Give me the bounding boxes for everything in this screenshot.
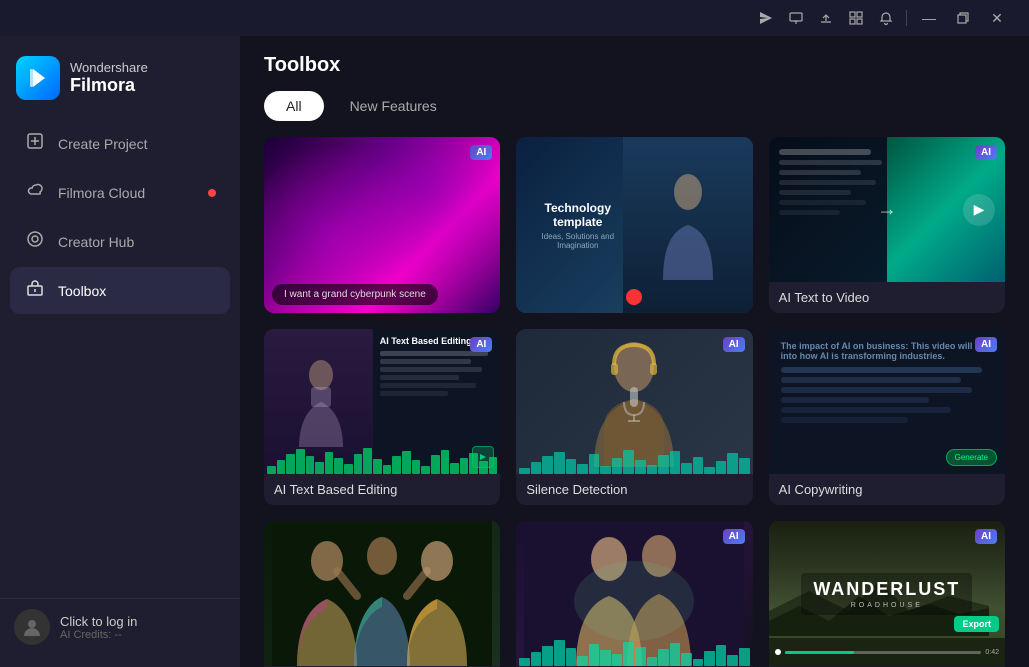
send-icon[interactable] bbox=[752, 4, 780, 32]
thumb-ai-copywriting: AI The impact of AI on business: This vi… bbox=[769, 329, 1005, 474]
user-info: Click to log in AI Credits: -- bbox=[60, 614, 137, 641]
logo-text: Wondershare Filmora bbox=[70, 60, 148, 97]
bell-icon[interactable] bbox=[872, 4, 900, 32]
toolbox-icon bbox=[24, 279, 46, 302]
slide-sub: Ideas, Solutions and Imagination bbox=[524, 232, 631, 250]
app-logo bbox=[16, 56, 60, 100]
wanderlust-subtitle: ROADHOUSE bbox=[813, 602, 960, 609]
restore-button[interactable] bbox=[947, 4, 979, 32]
sidebar: Wondershare Filmora Create Project Filmo… bbox=[0, 36, 240, 667]
tool-card-ai-image[interactable]: AI I want a grand cyberpunk scene AI Ima… bbox=[264, 137, 500, 313]
thumb-ai-text-video: AI → bbox=[769, 137, 1005, 282]
monitor-icon[interactable] bbox=[782, 4, 810, 32]
tabs: All New Features bbox=[264, 91, 1005, 121]
thumb-music-bg: AI bbox=[516, 521, 752, 666]
brand-name: Wondershare bbox=[70, 60, 148, 76]
slide-area: Technology template Ideas, Solutions and… bbox=[516, 137, 639, 313]
thumb-screen-recorder: Technology template Ideas, Solutions and… bbox=[516, 137, 752, 313]
nav-items: Create Project Filmora Cloud Creator Hub bbox=[0, 120, 240, 590]
tool-card-ai-copywriting[interactable]: AI The impact of AI on business: This vi… bbox=[769, 329, 1005, 505]
tools-grid-container[interactable]: AI I want a grand cyberpunk scene AI Ima… bbox=[240, 133, 1029, 667]
slide-title: Technology template bbox=[524, 201, 631, 229]
tool-card-portrait[interactable]: Portrait bbox=[264, 521, 500, 667]
nav-label-filmora-cloud: Filmora Cloud bbox=[58, 185, 145, 201]
nav-item-toolbox[interactable]: Toolbox bbox=[10, 267, 230, 314]
upload-icon[interactable] bbox=[812, 4, 840, 32]
tool-label-ai-text-based-editing: AI Text Based Editing bbox=[264, 474, 500, 505]
tool-card-music-bg[interactable]: AI bbox=[516, 521, 752, 667]
ai-badge-silence: AI bbox=[723, 337, 745, 352]
prompt-bar: I want a grand cyberpunk scene bbox=[272, 284, 438, 305]
ai-badge-copywriting: AI bbox=[975, 337, 997, 352]
nav-item-filmora-cloud[interactable]: Filmora Cloud bbox=[10, 169, 230, 216]
grid-icon[interactable] bbox=[842, 4, 870, 32]
title-bar: — ✕ bbox=[0, 0, 1029, 36]
user-area[interactable]: Click to log in AI Credits: -- bbox=[14, 609, 226, 645]
logo-area: Wondershare Filmora bbox=[0, 48, 240, 120]
tool-card-silence-detection[interactable]: AI bbox=[516, 329, 752, 505]
thumb-ai-thumbnail: AI WANDERLUST ROADHOUSE bbox=[769, 521, 1005, 666]
ai-badge-text-video: AI bbox=[975, 145, 997, 160]
ai-badge-text-edit: AI bbox=[470, 337, 492, 352]
separator bbox=[906, 10, 907, 26]
user-login-text: Click to log in bbox=[60, 614, 137, 629]
thumb-portrait bbox=[264, 521, 500, 666]
nav-label-creator-hub: Creator Hub bbox=[58, 234, 134, 250]
tool-label-ai-copywriting: AI Copywriting bbox=[769, 474, 1005, 505]
sidebar-footer: Click to log in AI Credits: -- bbox=[0, 598, 240, 655]
tool-label-silence-detection: Silence Detection bbox=[516, 474, 752, 505]
thumb-ai-text-edit: AI AI Text Based Editing bbox=[264, 329, 500, 474]
minimize-button[interactable]: — bbox=[913, 4, 945, 32]
nav-item-creator-hub[interactable]: Creator Hub bbox=[10, 218, 230, 265]
nav-label-create-project: Create Project bbox=[58, 136, 147, 152]
nav-label-toolbox: Toolbox bbox=[58, 283, 106, 299]
notification-dot bbox=[208, 189, 216, 197]
main-content: Toolbox All New Features AI I want a gra… bbox=[240, 36, 1029, 667]
tools-grid: AI I want a grand cyberpunk scene AI Ima… bbox=[264, 137, 1005, 667]
export-button[interactable]: Export bbox=[954, 616, 999, 632]
wanderlust-title: WANDERLUST bbox=[813, 579, 960, 600]
page-title: Toolbox bbox=[264, 54, 1005, 77]
ai-badge-thumbnail: AI bbox=[975, 529, 997, 544]
record-button bbox=[626, 289, 642, 305]
user-avatar bbox=[14, 609, 50, 645]
thumb-silence-detect: AI bbox=[516, 329, 752, 474]
nav-item-create-project[interactable]: Create Project bbox=[10, 120, 230, 167]
product-name: Filmora bbox=[70, 75, 148, 96]
play-button: ▶ bbox=[963, 194, 995, 226]
presenter-area bbox=[623, 137, 753, 313]
user-credits-text: AI Credits: -- bbox=[60, 629, 137, 641]
create-project-icon bbox=[24, 132, 46, 155]
creator-hub-icon bbox=[24, 230, 46, 253]
tool-card-screen-recorder[interactable]: Technology template Ideas, Solutions and… bbox=[516, 137, 752, 313]
filmora-cloud-icon bbox=[24, 181, 46, 204]
tab-new-features[interactable]: New Features bbox=[328, 91, 459, 121]
tool-card-ai-text-to-video[interactable]: AI → bbox=[769, 137, 1005, 313]
thumb-ai-image: AI I want a grand cyberpunk scene bbox=[264, 137, 500, 313]
tool-card-ai-thumbnail[interactable]: AI WANDERLUST ROADHOUSE bbox=[769, 521, 1005, 667]
ai-badge-ai-image: AI bbox=[470, 145, 492, 160]
tool-card-ai-text-based-editing[interactable]: AI AI Text Based Editing bbox=[264, 329, 500, 505]
close-button[interactable]: ✕ bbox=[981, 4, 1013, 32]
tab-all[interactable]: All bbox=[264, 91, 324, 121]
app-body: Wondershare Filmora Create Project Filmo… bbox=[0, 36, 1029, 667]
tool-label-ai-text-to-video: AI Text to Video bbox=[769, 282, 1005, 313]
window-utility-icons: — ✕ bbox=[752, 4, 1013, 32]
ai-badge-music-bg: AI bbox=[723, 529, 745, 544]
content-header: Toolbox All New Features bbox=[240, 36, 1029, 133]
